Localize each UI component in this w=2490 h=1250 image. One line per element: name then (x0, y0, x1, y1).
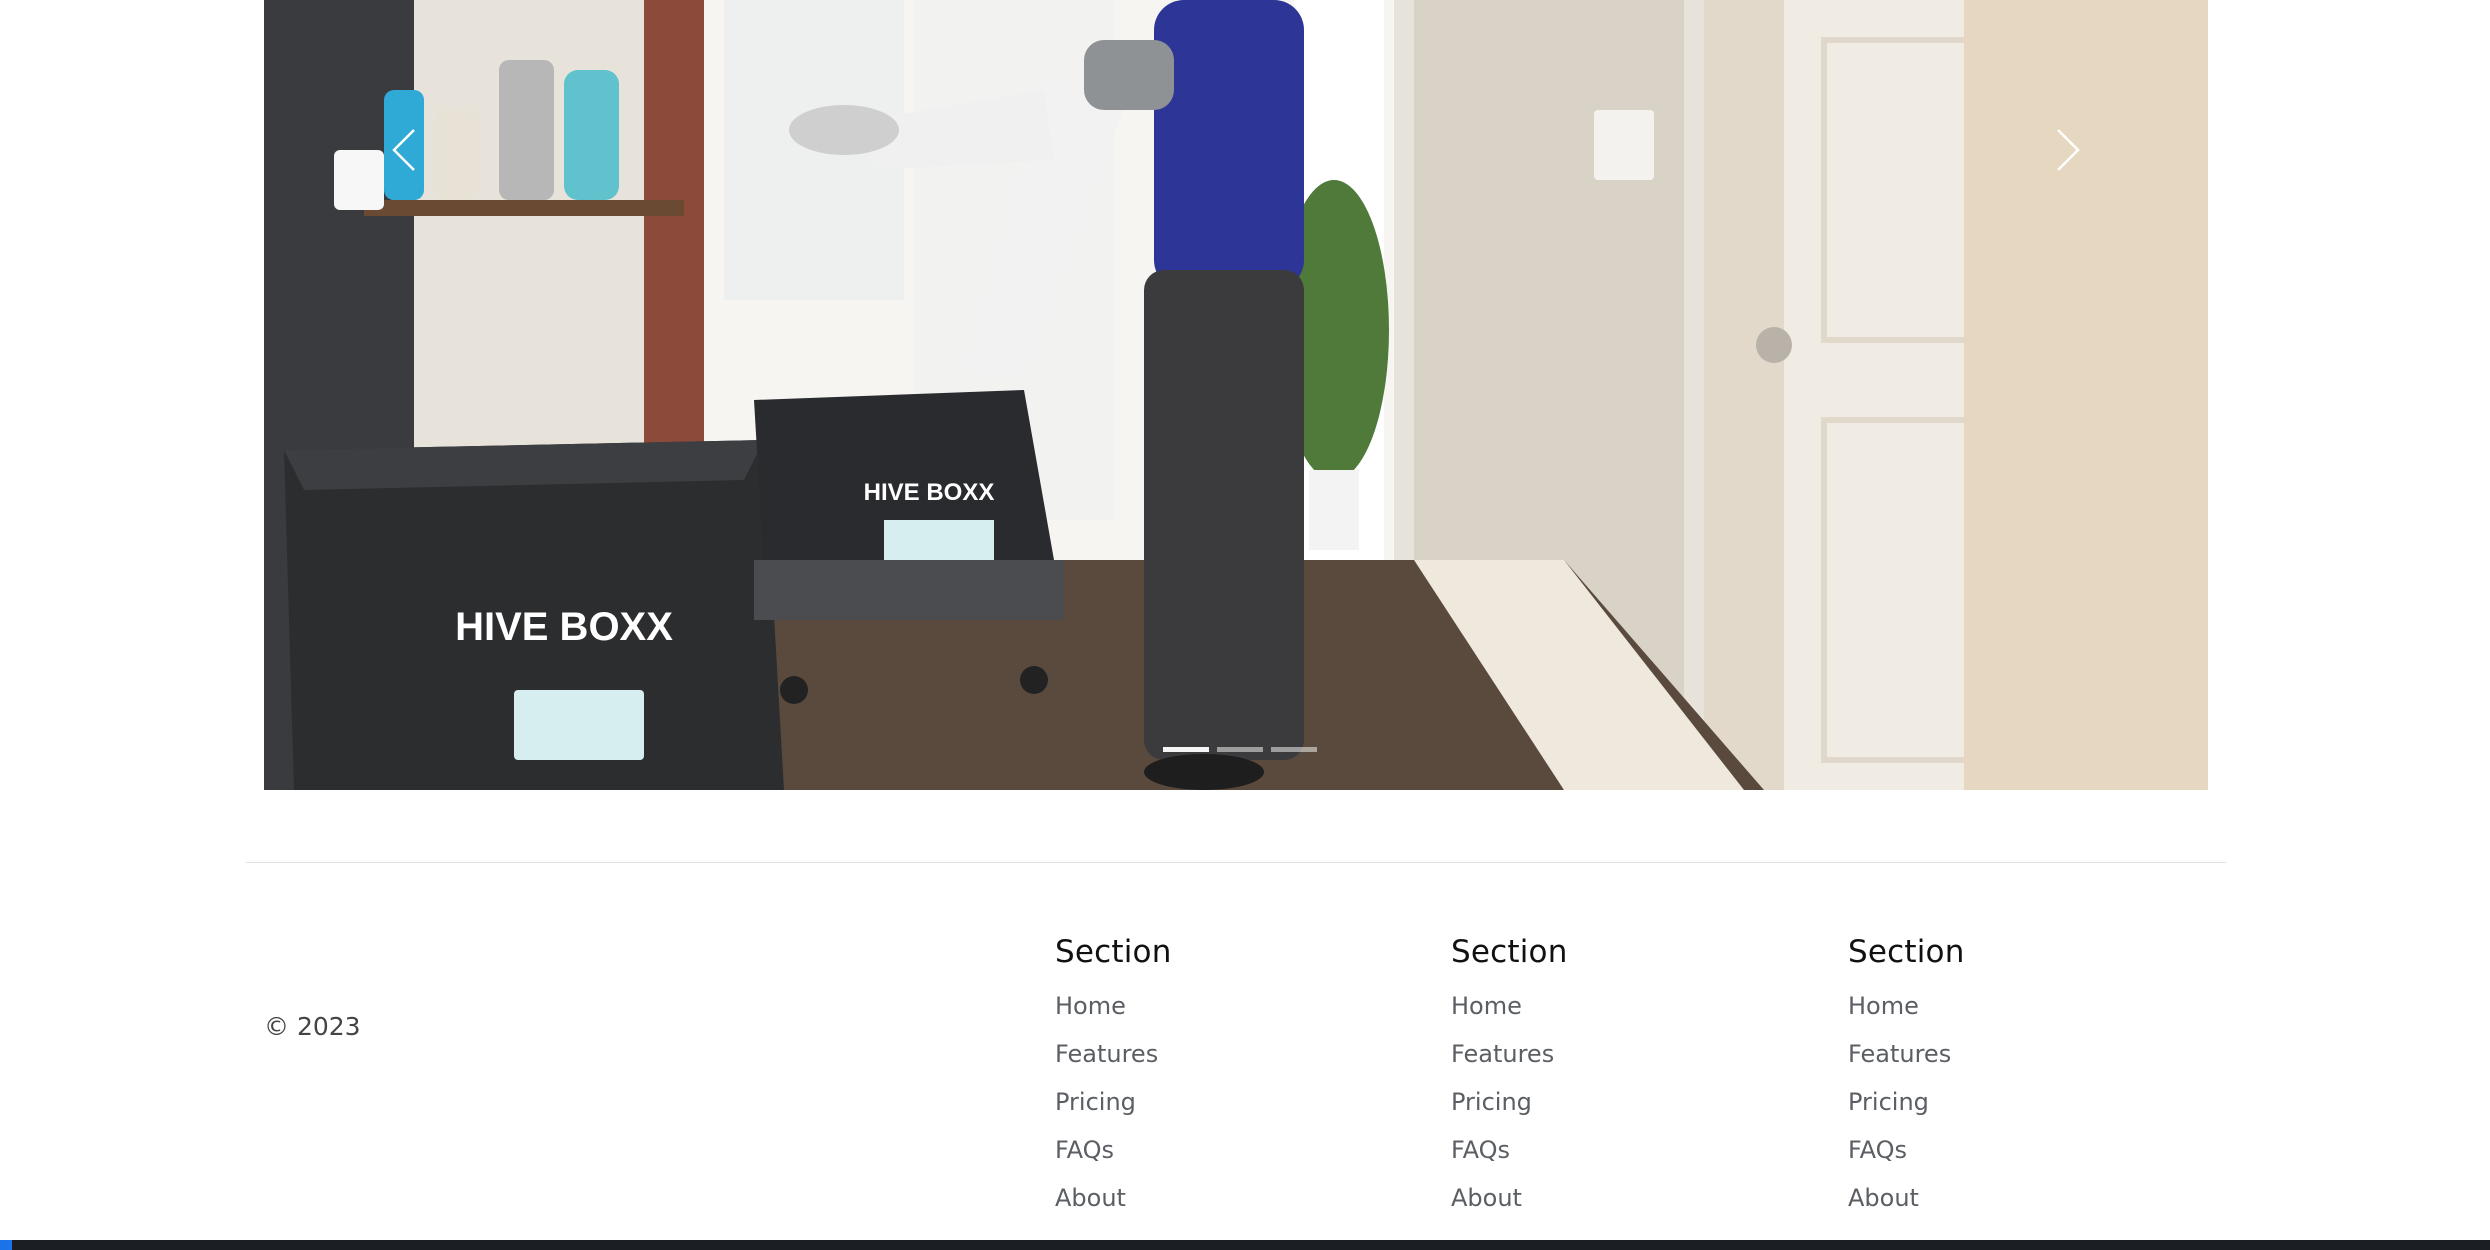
footer-link-home[interactable]: Home (1451, 982, 1831, 1030)
footer-link-pricing[interactable]: Pricing (1451, 1078, 1831, 1126)
footer-link-features[interactable]: Features (1451, 1030, 1831, 1078)
hero-carousel: HIVE BOXX HIVE BOXX (264, 0, 2208, 790)
footer-link-list: Home Features Pricing FAQs About (1055, 982, 1435, 1222)
footer-link-features[interactable]: Features (1848, 1030, 2228, 1078)
taskbar (0, 1240, 2490, 1250)
footer-column-2: Section Home Features Pricing FAQs About (1451, 934, 1831, 1222)
taskbar-start-accent[interactable] (0, 1240, 12, 1250)
footer-column-3: Section Home Features Pricing FAQs About (1848, 934, 2228, 1222)
footer-column-title: Section (1055, 934, 1172, 970)
footer-link-home[interactable]: Home (1848, 982, 2228, 1030)
crate-brand-large: HIVE BOXX (455, 605, 673, 649)
footer-column-title: Section (1848, 934, 1965, 970)
crate-brand-small: HIVE BOXX (864, 479, 995, 506)
carousel-indicator-1[interactable] (1163, 747, 1209, 752)
footer-link-about[interactable]: About (1848, 1174, 2228, 1222)
copyright-text: © 2023 (264, 1012, 361, 1041)
footer-column-1: Section Home Features Pricing FAQs About (1055, 934, 1435, 1222)
footer-divider (246, 862, 2226, 863)
footer-link-pricing[interactable]: Pricing (1055, 1078, 1435, 1126)
footer-link-faqs[interactable]: FAQs (1848, 1126, 2228, 1174)
chevron-left-icon (392, 129, 415, 171)
chevron-right-icon (2057, 129, 2080, 171)
footer-link-about[interactable]: About (1451, 1174, 1831, 1222)
footer-link-home[interactable]: Home (1055, 982, 1435, 1030)
carousel-indicator-2[interactable] (1217, 747, 1263, 752)
footer-link-faqs[interactable]: FAQs (1055, 1126, 1435, 1174)
footer-link-pricing[interactable]: Pricing (1848, 1078, 2228, 1126)
footer-link-about[interactable]: About (1055, 1174, 1435, 1222)
carousel-indicators (264, 747, 2208, 752)
carousel-slide-image: HIVE BOXX HIVE BOXX (264, 0, 2208, 790)
carousel-prev-button[interactable] (364, 110, 444, 190)
footer-link-list: Home Features Pricing FAQs About (1451, 982, 1831, 1222)
footer-link-faqs[interactable]: FAQs (1451, 1126, 1831, 1174)
footer-link-list: Home Features Pricing FAQs About (1848, 982, 2228, 1222)
carousel-indicator-3[interactable] (1271, 747, 1317, 752)
carousel-next-button[interactable] (2028, 110, 2108, 190)
footer-column-title: Section (1451, 934, 1568, 970)
footer-link-features[interactable]: Features (1055, 1030, 1435, 1078)
